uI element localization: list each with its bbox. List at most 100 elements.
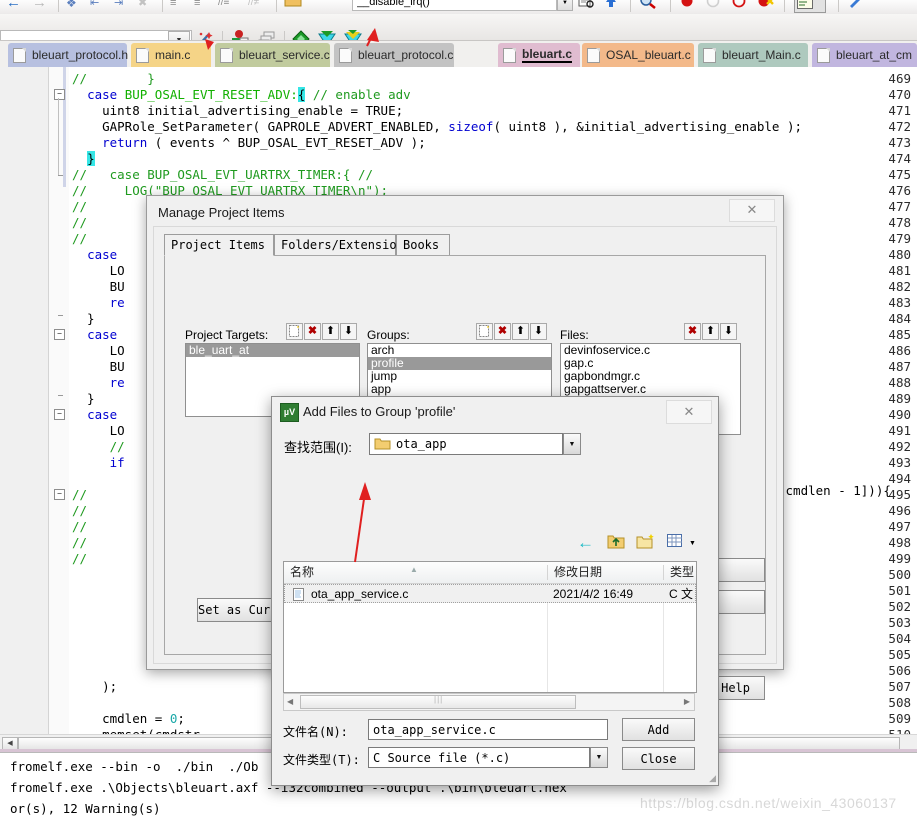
list-item[interactable]: ble_uart_at [186, 344, 359, 357]
move-down-icon[interactable]: ⬇ [530, 323, 547, 340]
scrollbar-thumb[interactable]: ||| [300, 695, 576, 709]
magic-wand-icon[interactable] [196, 30, 214, 40]
find-combo-arrow-icon[interactable]: ▼ [557, 0, 573, 11]
code-line[interactable]: } [72, 151, 95, 166]
code-line[interactable]: // } [72, 231, 155, 246]
code-line[interactable]: // } [72, 71, 155, 86]
code-line[interactable]: GAPRole_SetParameter( GAPROLE_ADVERT_ENA… [72, 119, 802, 134]
code-line[interactable]: // [72, 487, 87, 502]
code-line[interactable]: case [72, 247, 117, 262]
new-item-icon[interactable] [476, 323, 493, 340]
editor-tab-bleuart-c[interactable]: bleuart.c [498, 43, 580, 67]
code-line[interactable]: case BUP_OSAL_EVT_RESET_ADV:{ // enable … [72, 87, 411, 102]
code-line[interactable]: BU [72, 359, 125, 374]
editor-tab-bar[interactable]: bleuart_protocol.h main.c bleuart_service.… [0, 41, 917, 69]
batch-build-icon[interactable] [344, 30, 362, 40]
clear-bookmarks-icon[interactable]: ✖ [138, 0, 156, 11]
list-item[interactable]: ota_app_service.c 2021/4/2 16:49 C 文 [284, 584, 696, 603]
code-line[interactable]: ); [72, 679, 117, 694]
target-select-combo[interactable] [0, 30, 192, 40]
file-list-header[interactable]: 名称 修改日期 类型 ▲ [284, 562, 696, 584]
code-line[interactable]: uint8 initial_advertising_enable = TRUE; [72, 103, 403, 118]
new-folder-icon[interactable] [636, 533, 660, 555]
look-in-dropdown-arrow-icon[interactable]: ▼ [563, 433, 581, 455]
code-line[interactable]: LO [72, 343, 125, 358]
rebuild-icon[interactable] [318, 30, 336, 40]
kill-all-breakpoints-icon[interactable] [758, 0, 776, 12]
code-line[interactable]: if [72, 455, 125, 470]
code-line[interactable]: // case BUP_OSAL_EVT_UARTRX_TIMER:{ // [72, 167, 373, 182]
add-button[interactable]: Add [622, 718, 695, 741]
toolbar-row-upper[interactable]: ← → ❖ ⇤ ⇥ ✖ ≡ ≡ //≡ //≠ ▼ [0, 0, 917, 15]
move-up-icon[interactable]: ⬆ [512, 323, 529, 340]
list-item[interactable]: app [368, 383, 551, 396]
move-up-icon[interactable]: ⬆ [702, 323, 719, 340]
fold-toggle[interactable]: − [54, 489, 65, 500]
build-wrench-icon[interactable] [848, 0, 866, 12]
manage-project-items-icon[interactable] [230, 29, 250, 40]
back-arrow-icon[interactable]: ← [6, 0, 24, 12]
column-header-modified[interactable]: 修改日期 [548, 562, 663, 583]
code-line[interactable]: re [72, 295, 125, 310]
outdent-icon[interactable]: ≡ [194, 0, 212, 11]
close-button[interactable]: Close [622, 747, 695, 770]
indent-icon[interactable]: ≡ [170, 0, 188, 11]
scroll-right-arrow-icon[interactable]: ▶ [684, 697, 690, 706]
find-in-files-icon[interactable] [578, 0, 596, 12]
fold-toggle[interactable]: − [54, 329, 65, 340]
code-line[interactable]: // [72, 551, 87, 566]
tab-project-items[interactable]: Project Items [164, 234, 274, 256]
toolbar-row-lower[interactable]: ▼ [0, 14, 917, 41]
file-type-dropdown-arrow-icon[interactable]: ▼ [590, 747, 608, 768]
close-icon[interactable]: ✕ [666, 400, 712, 424]
code-line[interactable]: } [72, 391, 95, 406]
code-line[interactable]: // [72, 519, 87, 534]
code-line[interactable]: // [72, 535, 87, 550]
move-up-icon[interactable]: ⬆ [322, 323, 339, 340]
code-line[interactable]: case [72, 407, 117, 422]
editor-tab-main-c[interactable]: main.c [131, 43, 211, 67]
open-folder-icon[interactable] [284, 0, 302, 12]
code-line[interactable]: cmdlen = 0; [72, 711, 185, 726]
next-bookmark-icon[interactable]: ⇥ [114, 0, 132, 11]
dialog-nav-toolbar[interactable]: ← ▼ [577, 533, 707, 555]
find-icon[interactable] [640, 0, 658, 12]
comment-icon[interactable]: //≡ [218, 0, 236, 11]
prev-bookmark-icon[interactable]: ⇤ [90, 0, 108, 11]
code-line[interactable]: BU [72, 279, 125, 294]
file-list[interactable]: 名称 修改日期 类型 ▲ ota_app_service.c 2021/4/2 … [283, 561, 697, 693]
new-item-icon[interactable] [286, 323, 303, 340]
code-line[interactable]: LO [72, 423, 125, 438]
target-options-icon[interactable] [794, 0, 826, 13]
move-down-icon[interactable]: ⬇ [720, 323, 737, 340]
file-name-input[interactable]: ota_app_service.c [368, 719, 608, 740]
list-item[interactable]: jump [368, 370, 551, 383]
file-list-horizontal-scrollbar[interactable]: ◀ ||| ▶ [283, 693, 695, 711]
code-line[interactable]: case [72, 327, 117, 342]
editor-tab-bleuart-main-c[interactable]: bleuart_Main.c [698, 43, 808, 67]
tab-books[interactable]: Books [396, 234, 450, 256]
code-line[interactable]: // [72, 215, 125, 230]
disable-all-breakpoints-icon[interactable] [732, 0, 750, 12]
delete-icon[interactable]: ✖ [684, 323, 701, 340]
code-line[interactable]: } [72, 311, 95, 326]
chevron-down-icon[interactable]: ▼ [168, 31, 190, 40]
multi-project-icon[interactable] [258, 30, 276, 40]
resize-grip-icon[interactable]: ◢ [709, 773, 716, 784]
up-folder-icon[interactable] [607, 533, 631, 555]
move-down-icon[interactable]: ⬇ [340, 323, 357, 340]
fold-toggle[interactable]: − [54, 89, 65, 100]
find-combo-input[interactable] [352, 0, 557, 11]
tab-folders-extensions[interactable]: Folders/Extensions [274, 234, 411, 256]
column-header-type[interactable]: 类型 [664, 562, 696, 583]
back-arrow-icon[interactable]: ← [577, 533, 601, 555]
editor-tab-bleuart-at-cm[interactable]: bleuart_at_cm [812, 43, 917, 67]
fold-column[interactable] [49, 67, 69, 741]
delete-icon[interactable]: ✖ [494, 323, 511, 340]
close-icon[interactable]: ✕ [729, 199, 775, 222]
fold-toggle[interactable]: − [54, 409, 65, 420]
editor-tab-bleuart-protocol-c[interactable]: bleuart_protocol.c [334, 43, 454, 67]
editor-tab-bleuart-service-c[interactable]: bleuart_service.c [215, 43, 330, 67]
views-dropdown-arrow-icon[interactable]: ▼ [689, 533, 713, 555]
uncomment-icon[interactable]: //≠ [248, 0, 266, 11]
